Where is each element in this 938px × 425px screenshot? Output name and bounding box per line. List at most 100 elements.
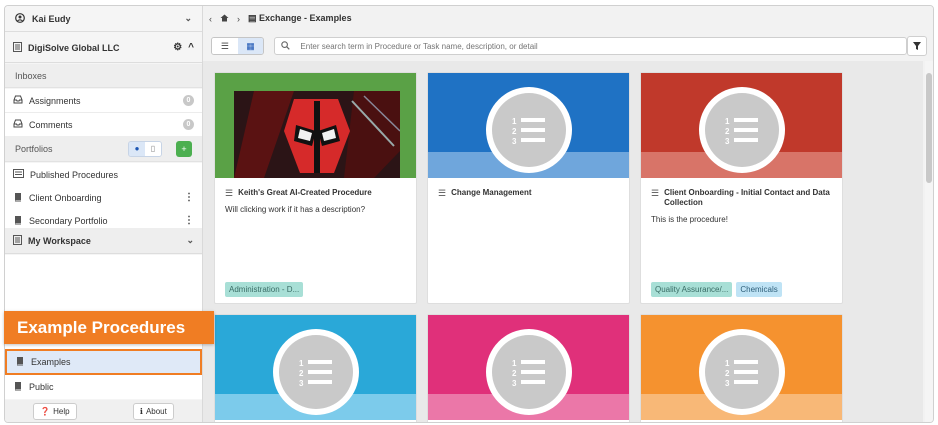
breadcrumb-current: ▤ Exchange - Examples (248, 13, 352, 24)
search-box (274, 37, 908, 55)
sidebar-item-examples[interactable]: Examples (5, 349, 202, 375)
about-button[interactable]: ℹ About (132, 402, 174, 420)
procedure-card[interactable]: 123 ☰ Client Onboarding - Initial Contac… (640, 72, 843, 304)
svg-text:2: 2 (512, 127, 517, 136)
tag[interactable]: Chemicals (736, 282, 782, 297)
sidebar-item-label: Assignments (29, 95, 81, 106)
card-tags: Quality Assurance/... Chemicals (651, 282, 782, 297)
user-icon (15, 12, 25, 25)
svg-text:2: 2 (725, 369, 730, 378)
sidebar-item-comments[interactable]: Comments 0 (5, 113, 202, 137)
procedure-card[interactable]: ☰ Keith's Great AI-Created Procedure Wil… (214, 72, 417, 304)
card-image (234, 91, 400, 178)
sidebar-item-label: Public (29, 382, 54, 392)
scrollbar-thumb[interactable] (926, 73, 932, 183)
procedure-list-icon: ☰ (225, 188, 234, 198)
vertical-scrollbar[interactable] (925, 61, 933, 422)
card-header: 123 (428, 73, 629, 178)
sidebar-item-label: Published Procedures (30, 169, 119, 180)
svg-text:1: 1 (512, 117, 517, 126)
view-toggle: ☰ ▦ (211, 37, 265, 55)
help-label: Help (53, 406, 70, 416)
card-header: 123 (428, 315, 629, 420)
sidebar-item-label: My Workspace (28, 235, 91, 246)
svg-text:3: 3 (725, 379, 730, 387)
sidebar-footer: ❓ Help ℹ About (5, 400, 202, 422)
breadcrumb-current-label: Exchange - Examples (259, 13, 352, 23)
kebab-menu-icon[interactable]: ⋮ (184, 192, 194, 203)
search-input[interactable] (298, 40, 893, 52)
card-header: 123 (215, 315, 416, 420)
procedure-card[interactable]: 123 (427, 314, 630, 422)
inbox-icon (13, 95, 23, 106)
procedure-card[interactable]: 123 (214, 314, 417, 422)
svg-text:1: 1 (725, 359, 730, 368)
svg-text:3: 3 (725, 137, 730, 145)
procedure-placeholder-icon: 123 (273, 329, 359, 415)
sidebar-item-my-workspace[interactable]: My Workspace ⌄ (5, 228, 202, 254)
card-header: 123 (641, 73, 842, 178)
main-panel: ‹ › ▤ Exchange - Examples ☰ ▦ Enter sear… (203, 6, 933, 422)
sidebar-item-label: Examples (31, 357, 71, 367)
help-button[interactable]: ❓ Help (33, 402, 77, 420)
list-icon (13, 169, 24, 180)
procedure-placeholder-icon: 123 (699, 87, 785, 173)
portfolio-view-toggle[interactable]: ● ▯ (128, 140, 162, 157)
chevron-up-icon[interactable]: ^ (188, 42, 194, 53)
procedure-list-icon: ☰ (438, 188, 447, 198)
inboxes-header: Inboxes (5, 64, 202, 88)
toolbar: ☰ ▦ (203, 33, 933, 59)
grid-view-icon[interactable]: ▦ (237, 38, 264, 54)
sidebar-item-client-onboarding[interactable]: Client Onboarding ⋮ (5, 186, 202, 210)
filter-button[interactable] (907, 36, 927, 56)
procedure-card[interactable]: 123 ☰ Change Management (427, 72, 630, 304)
user-name: Kai Eudy (32, 13, 71, 24)
about-label: About (145, 406, 167, 416)
svg-text:2: 2 (299, 369, 304, 378)
info-icon: ℹ (139, 406, 143, 416)
user-icon[interactable]: ● (129, 141, 145, 156)
sidebar-item-label: Client Onboarding (29, 192, 102, 203)
card-header (215, 73, 416, 178)
org-header[interactable]: DigiSolve Global LLC ⚙ ^ (5, 33, 202, 63)
list-view-icon[interactable]: ☰ (212, 38, 238, 54)
example-procedures-callout: Example Procedures (4, 311, 214, 344)
sidebar-item-assignments[interactable]: Assignments 0 (5, 89, 202, 113)
inboxes-label: Inboxes (15, 70, 47, 81)
sidebar-item-label: Comments (29, 119, 73, 130)
tag[interactable]: Quality Assurance/... (651, 282, 733, 297)
organization-icon (13, 41, 22, 54)
breadcrumb: ‹ › ▤ Exchange - Examples (203, 6, 933, 31)
svg-text:2: 2 (512, 369, 517, 378)
user-menu[interactable]: Kai Eudy ⌄ (5, 6, 202, 32)
sidebar-item-public[interactable]: Public (5, 375, 202, 399)
svg-text:3: 3 (299, 379, 304, 387)
add-portfolio-button[interactable]: + (176, 140, 192, 157)
workspace-icon (13, 234, 22, 247)
kebab-menu-icon[interactable]: ⋮ (184, 215, 194, 226)
tag[interactable]: Administration - D... (225, 282, 304, 297)
procedure-card[interactable]: 123 (640, 314, 843, 422)
book-icon (13, 215, 23, 227)
chevron-right-icon: › (237, 13, 240, 24)
sidebar-item-published-procedures[interactable]: Published Procedures (5, 163, 202, 187)
card-title: ☰ Change Management (428, 178, 629, 198)
book-icon (13, 192, 23, 204)
card-tags: Administration - D... (225, 282, 304, 297)
count-badge: 0 (183, 95, 194, 106)
svg-text:1: 1 (725, 117, 730, 126)
card-header: 123 (641, 315, 842, 420)
chevron-down-icon[interactable]: ⌄ (186, 235, 194, 246)
svg-text:2: 2 (725, 127, 730, 136)
book-icon (13, 381, 23, 393)
procedure-grid: ☰ Keith's Great AI-Created Procedure Wil… (203, 61, 923, 422)
org-name: DigiSolve Global LLC (28, 42, 120, 53)
count-badge: 0 (183, 119, 194, 130)
gear-icon[interactable]: ⚙ (173, 42, 182, 53)
filter-icon (913, 42, 922, 50)
document-icon[interactable]: ▯ (145, 141, 161, 156)
home-icon[interactable] (220, 14, 229, 24)
chevron-left-icon[interactable]: ‹ (209, 14, 212, 24)
svg-text:1: 1 (512, 359, 517, 368)
chevron-down-icon[interactable]: ⌄ (184, 13, 192, 24)
